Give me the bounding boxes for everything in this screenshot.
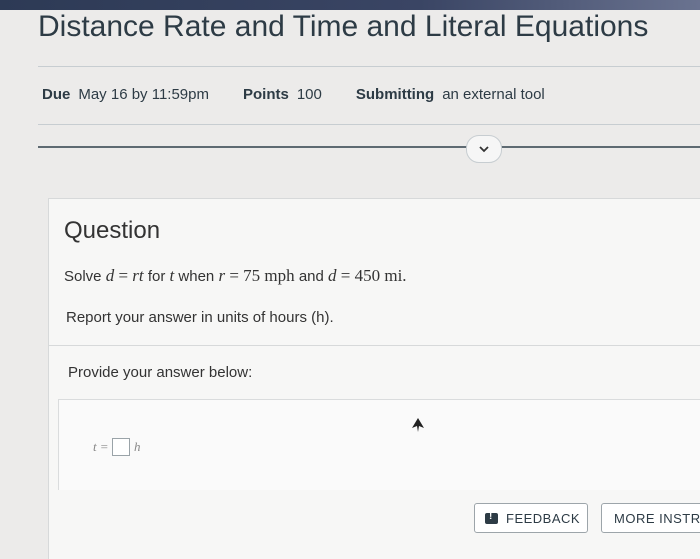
answer-unit: h <box>133 439 141 454</box>
answer-equals: = <box>100 439 108 454</box>
submitting-label: Submitting <box>355 86 435 103</box>
points: Points 100 <box>243 86 322 103</box>
points-value: 100 <box>296 86 322 103</box>
units-instruction: Report your answer in units of hours (h)… <box>66 309 334 326</box>
feedback-button[interactable]: FEEDBACK <box>474 503 588 533</box>
variable-t: t <box>169 266 175 285</box>
equation: d = rt <box>105 266 144 285</box>
answer-area <box>58 399 700 490</box>
distance-given: d = 450 mi. <box>328 266 407 285</box>
chevron-down-icon <box>479 146 489 153</box>
expand-button[interactable] <box>466 135 502 163</box>
due-label: Due <box>42 86 71 103</box>
answer-prompt: Provide your answer below: <box>68 364 253 381</box>
submitting: Submitting an external tool <box>356 86 545 103</box>
rate-given: r = 75 mph <box>218 266 295 285</box>
divider <box>38 124 700 125</box>
divider <box>38 146 700 148</box>
feedback-label: FEEDBACK <box>506 510 581 526</box>
page-title: Distance Rate and Time and Literal Equat… <box>38 10 649 43</box>
due-date: Due May 16 by 11:59pm <box>42 86 209 103</box>
divider <box>38 66 700 67</box>
points-label: Points <box>242 86 289 103</box>
question-text: Solve d = rt for t when r = 75 mph and d… <box>64 266 407 286</box>
assignment-details: Due May 16 by 11:59pm Points 100 Submittin… <box>42 86 579 103</box>
answer-row: t = h <box>93 438 140 456</box>
due-value: May 16 by 11:59pm <box>78 86 209 103</box>
solve-word: Solve <box>64 268 102 285</box>
answer-variable: t <box>93 439 97 454</box>
feedback-icon <box>485 511 498 524</box>
more-label: MORE INSTRU <box>614 510 700 526</box>
when-word: when <box>178 268 215 285</box>
submitting-value: an external tool <box>442 86 545 103</box>
divider <box>48 345 700 346</box>
for-word: for <box>147 268 166 285</box>
answer-input[interactable] <box>111 438 130 456</box>
and-word: and <box>298 268 324 285</box>
more-instructions-button[interactable]: MORE INSTRU <box>601 503 700 533</box>
mouse-cursor-icon <box>412 418 424 432</box>
question-heading: Question <box>64 217 161 244</box>
top-bar <box>0 0 700 10</box>
